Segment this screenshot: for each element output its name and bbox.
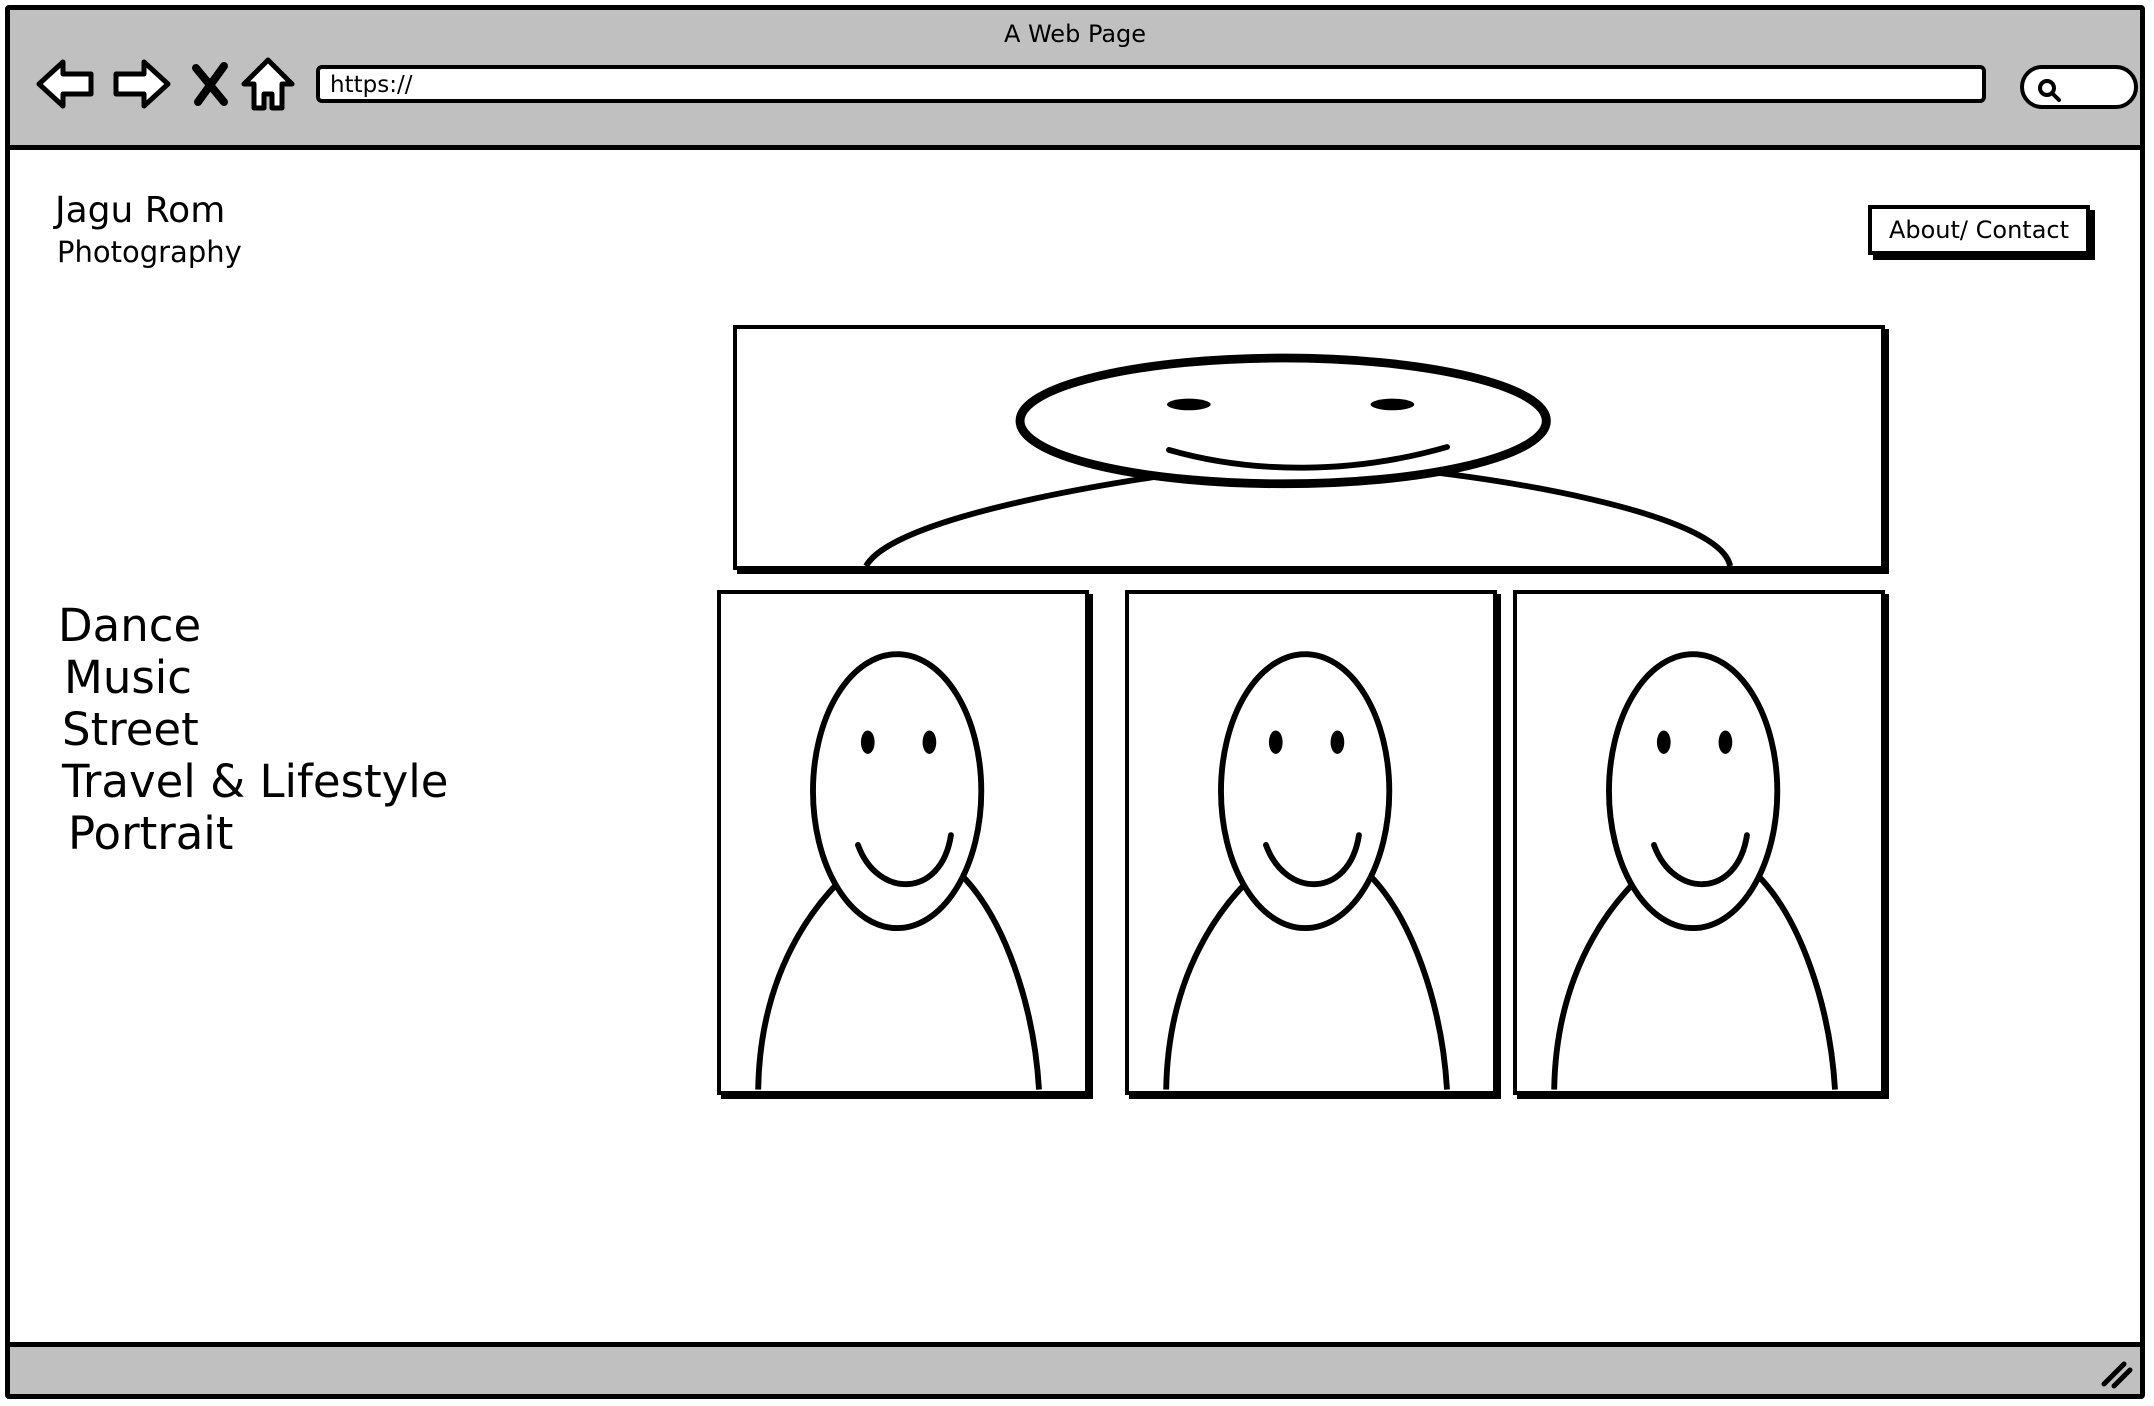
home-icon[interactable] — [240, 56, 296, 112]
about-contact-button[interactable]: About/ Contact — [1868, 205, 2090, 255]
brand-subtitle: Photography — [57, 235, 242, 269]
browser-statusbar — [10, 1342, 2140, 1394]
forward-arrow-icon[interactable] — [110, 56, 172, 112]
thumbnail-image-placeholder[interactable] — [1125, 590, 1497, 1095]
browser-search-field[interactable] — [2020, 65, 2138, 109]
hero-image-placeholder[interactable] — [733, 325, 1885, 570]
person-placeholder-icon — [1551, 651, 1838, 1090]
category-nav: Dance Music Street Travel & Lifestyle Po… — [58, 600, 448, 860]
category-link-dance[interactable]: Dance — [58, 600, 448, 652]
close-icon[interactable] — [188, 56, 232, 112]
person-placeholder-icon — [863, 353, 1733, 566]
url-text: https:// — [330, 72, 413, 98]
category-link-music[interactable]: Music — [64, 652, 448, 704]
category-link-street[interactable]: Street — [62, 704, 448, 756]
back-arrow-icon[interactable] — [35, 56, 97, 112]
person-placeholder-icon — [755, 651, 1042, 1090]
brand-name[interactable]: Jagu Rom — [55, 190, 225, 231]
category-link-travel-lifestyle[interactable]: Travel & Lifestyle — [62, 756, 448, 808]
browser-window: A Web Page https:// Jagu Rom Photography… — [5, 5, 2145, 1399]
resize-grip-icon[interactable] — [2098, 1354, 2134, 1390]
thumbnail-image-placeholder[interactable] — [1513, 590, 1885, 1095]
category-link-portrait[interactable]: Portrait — [68, 808, 448, 860]
url-input[interactable]: https:// — [316, 65, 1986, 103]
thumbnail-image-placeholder[interactable] — [717, 590, 1089, 1095]
person-placeholder-icon — [1163, 651, 1450, 1090]
window-title: A Web Page — [1003, 20, 1147, 48]
browser-titlebar: A Web Page https:// — [10, 10, 2140, 150]
search-icon — [2038, 79, 2061, 102]
